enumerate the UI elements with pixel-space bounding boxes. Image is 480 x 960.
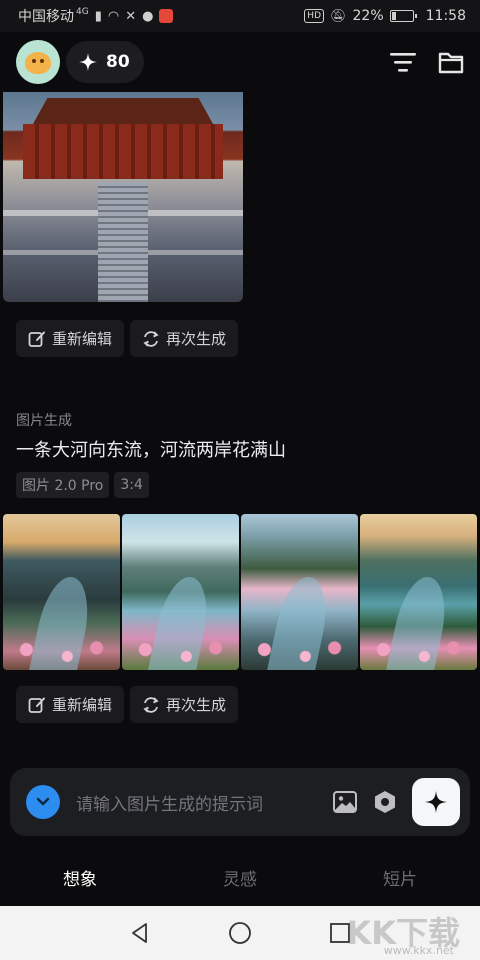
tag-list: 图片 2.0 Pro 3:4 — [16, 472, 149, 498]
status-bar: 中国移动 4G ▮ ◠ ✕ ● HD 🔕︎ 22% 11:58 — [0, 0, 480, 32]
top-bar: 80 — [0, 32, 480, 92]
previous-item-actions: 重新编辑 再次生成 — [16, 320, 239, 357]
clock: 11:58 — [425, 8, 466, 24]
generated-image-grid — [3, 514, 477, 670]
regenerate-button[interactable]: 再次生成 — [130, 320, 239, 357]
refresh-icon — [143, 330, 159, 347]
signal-icon: ▮ — [94, 8, 102, 24]
generated-image-palace[interactable] — [3, 92, 243, 302]
credits-badge[interactable]: 80 — [66, 41, 144, 83]
watermark-url: www.kkx.net — [383, 944, 454, 957]
back-icon[interactable] — [129, 922, 151, 944]
regenerate-label: 再次生成 — [166, 330, 227, 348]
battery-icon — [389, 10, 417, 22]
prompt-input-bar: 请输入图片生成的提示词 — [10, 768, 470, 836]
carrier-label: 中国移动 — [18, 9, 74, 25]
tab-inspiration[interactable]: 灵感 — [160, 865, 320, 890]
sparkle-icon — [78, 52, 98, 72]
sparkle-icon — [425, 791, 447, 813]
credits-count: 80 — [106, 52, 130, 72]
re-edit-button[interactable]: 重新编辑 — [16, 320, 125, 357]
palace-roof — [33, 98, 213, 124]
re-edit-label: 重新编辑 — [52, 696, 113, 714]
generated-image-1[interactable] — [3, 514, 120, 670]
chevron-down-icon — [36, 797, 50, 806]
flowers-shape — [122, 635, 239, 670]
flowers-shape — [241, 635, 358, 670]
tab-imagine[interactable]: 想象 — [0, 865, 160, 890]
settings-button[interactable] — [372, 789, 398, 815]
avatar[interactable] — [16, 40, 60, 84]
generate-button[interactable] — [412, 778, 460, 826]
current-item-actions: 重新编辑 再次生成 — [16, 686, 239, 723]
generation-type-label: 图片生成 — [16, 413, 72, 429]
generated-image-2[interactable] — [122, 514, 239, 670]
palace-hall — [23, 124, 223, 179]
filter-icon[interactable] — [390, 51, 416, 73]
message-icon: ● — [142, 8, 154, 24]
refresh-icon — [143, 696, 159, 713]
feed[interactable]: 重新编辑 再次生成 图片生成 一条大河向东流，河流两岸花满山 图片 2.0 Pr… — [0, 92, 480, 768]
re-edit-button[interactable]: 重新编辑 — [16, 686, 125, 723]
model-tag: 图片 2.0 Pro — [16, 472, 110, 498]
image-upload-button[interactable] — [332, 790, 358, 814]
avatar-face — [25, 52, 51, 74]
ratio-tag: 3:4 — [114, 472, 149, 498]
re-edit-label: 重新编辑 — [52, 330, 113, 348]
app-notification-icon — [159, 9, 174, 23]
edit-icon — [28, 331, 45, 347]
hexagon-settings-icon — [375, 791, 395, 813]
image-icon — [333, 791, 357, 813]
battery-level — [391, 12, 396, 20]
network-label: 4G — [76, 7, 89, 17]
edit-icon — [28, 697, 45, 713]
notification-icon: ✕ — [125, 8, 137, 24]
expand-button[interactable] — [26, 785, 60, 819]
hd-badge: HD — [304, 9, 324, 23]
status-left: 中国移动 4G ▮ ◠ ✕ ● — [18, 6, 174, 26]
status-right: HD 🔕︎ 22% 11:58 — [304, 8, 466, 24]
flowers-shape — [360, 635, 477, 670]
tab-short-video[interactable]: 短片 — [320, 865, 480, 890]
avatar-eye-left — [32, 59, 36, 63]
prompt-text: 一条大河向东流，河流两岸花满山 — [16, 440, 286, 461]
regenerate-button[interactable]: 再次生成 — [130, 686, 239, 723]
bottom-tab-bar: 想象 灵感 短片 — [0, 848, 480, 906]
regenerate-label: 再次生成 — [166, 696, 227, 714]
battery-percent: 22% — [352, 8, 384, 24]
mute-icon: 🔕︎ — [330, 8, 347, 24]
generated-image-3[interactable] — [241, 514, 358, 670]
folder-icon[interactable] — [438, 50, 464, 74]
home-icon[interactable] — [228, 921, 252, 945]
top-actions — [390, 50, 464, 74]
generated-image-4[interactable] — [360, 514, 477, 670]
palace-stairs — [98, 182, 148, 302]
wifi-icon: ◠ — [107, 8, 120, 24]
flowers-shape — [3, 635, 120, 670]
prompt-input[interactable]: 请输入图片生成的提示词 — [76, 790, 318, 815]
avatar-eye-right — [40, 59, 44, 63]
